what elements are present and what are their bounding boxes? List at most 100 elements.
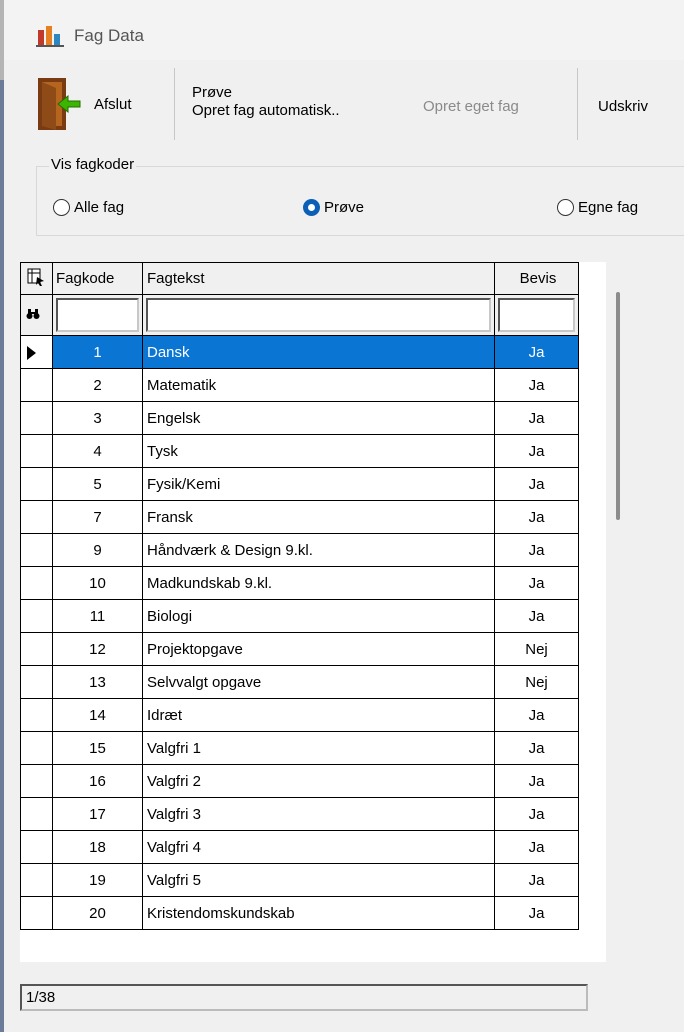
exit-button[interactable]: Afslut bbox=[34, 74, 174, 134]
radio-all-subjects[interactable]: Alle fag bbox=[53, 199, 124, 216]
print-button[interactable]: Udskriv bbox=[598, 98, 648, 115]
cell-bevis[interactable]: Ja bbox=[494, 533, 579, 567]
cell-fagkode[interactable]: 20 bbox=[52, 896, 143, 930]
filter-bevis-input[interactable] bbox=[498, 298, 575, 332]
table-row[interactable]: 3 Engelsk Ja bbox=[20, 401, 579, 435]
cell-fagtekst[interactable]: Valgfri 4 bbox=[142, 830, 495, 864]
cell-bevis[interactable]: Ja bbox=[494, 797, 579, 831]
row-indicator[interactable] bbox=[20, 599, 53, 633]
cell-fagkode[interactable]: 15 bbox=[52, 731, 143, 765]
row-indicator[interactable] bbox=[20, 698, 53, 732]
cell-bevis[interactable]: Nej bbox=[494, 665, 579, 699]
cell-bevis[interactable]: Nej bbox=[494, 632, 579, 666]
table-row[interactable]: 13 Selvvalgt opgave Nej bbox=[20, 665, 579, 699]
cell-fagtekst[interactable]: Matematik bbox=[142, 368, 495, 402]
radio-exam[interactable]: Prøve bbox=[303, 199, 364, 216]
cell-bevis[interactable]: Ja bbox=[494, 731, 579, 765]
vertical-scrollbar[interactable] bbox=[606, 262, 634, 962]
row-indicator[interactable] bbox=[20, 467, 53, 501]
filter-fagkode-input[interactable] bbox=[56, 298, 139, 332]
header-fagkode[interactable]: Fagkode bbox=[52, 262, 143, 295]
cell-fagtekst[interactable]: Projektopgave bbox=[142, 632, 495, 666]
header-fagtekst[interactable]: Fagtekst bbox=[142, 262, 495, 295]
table-row[interactable]: 9 Håndværk & Design 9.kl. Ja bbox=[20, 533, 579, 567]
table-row[interactable]: 14 Idræt Ja bbox=[20, 698, 579, 732]
create-own-button[interactable]: Opret eget fag bbox=[423, 98, 519, 115]
cell-fagkode[interactable]: 4 bbox=[52, 434, 143, 468]
cell-fagkode[interactable]: 12 bbox=[52, 632, 143, 666]
cell-fagkode[interactable]: 16 bbox=[52, 764, 143, 798]
table-row[interactable]: 18 Valgfri 4 Ja bbox=[20, 830, 579, 864]
cell-fagkode[interactable]: 19 bbox=[52, 863, 143, 897]
row-indicator[interactable] bbox=[20, 764, 53, 798]
row-indicator[interactable] bbox=[20, 566, 53, 600]
cell-fagtekst[interactable]: Valgfri 5 bbox=[142, 863, 495, 897]
cell-bevis[interactable]: Ja bbox=[494, 698, 579, 732]
row-indicator[interactable] bbox=[20, 731, 53, 765]
row-indicator[interactable] bbox=[20, 665, 53, 699]
cell-fagkode[interactable]: 18 bbox=[52, 830, 143, 864]
cell-fagkode[interactable]: 13 bbox=[52, 665, 143, 699]
cell-fagtekst[interactable]: Valgfri 1 bbox=[142, 731, 495, 765]
cell-bevis[interactable]: Ja bbox=[494, 335, 579, 369]
create-auto-button[interactable]: Opret fag automatisk.. bbox=[192, 102, 340, 120]
cell-fagtekst[interactable]: Idræt bbox=[142, 698, 495, 732]
header-bevis[interactable]: Bevis bbox=[494, 262, 579, 295]
cell-bevis[interactable]: Ja bbox=[494, 896, 579, 930]
column-chooser-icon[interactable] bbox=[20, 262, 53, 295]
table-row[interactable]: 11 Biologi Ja bbox=[20, 599, 579, 633]
cell-bevis[interactable]: Ja bbox=[494, 368, 579, 402]
scroll-thumb[interactable] bbox=[616, 292, 620, 520]
table-row[interactable]: 10 Madkundskab 9.kl. Ja bbox=[20, 566, 579, 600]
filter-fagtekst-input[interactable] bbox=[146, 298, 491, 332]
table-row[interactable]: 7 Fransk Ja bbox=[20, 500, 579, 534]
cell-fagtekst[interactable]: Fransk bbox=[142, 500, 495, 534]
cell-fagkode[interactable]: 10 bbox=[52, 566, 143, 600]
cell-fagtekst[interactable]: Engelsk bbox=[142, 401, 495, 435]
table-row[interactable]: 1 Dansk Ja bbox=[20, 335, 579, 369]
cell-bevis[interactable]: Ja bbox=[494, 500, 579, 534]
cell-fagkode[interactable]: 1 bbox=[52, 335, 143, 369]
cell-bevis[interactable]: Ja bbox=[494, 566, 579, 600]
cell-fagtekst[interactable]: Biologi bbox=[142, 599, 495, 633]
cell-fagtekst[interactable]: Fysik/Kemi bbox=[142, 467, 495, 501]
row-indicator[interactable] bbox=[20, 401, 53, 435]
cell-fagtekst[interactable]: Valgfri 3 bbox=[142, 797, 495, 831]
row-indicator[interactable] bbox=[20, 830, 53, 864]
cell-fagtekst[interactable]: Valgfri 2 bbox=[142, 764, 495, 798]
table-row[interactable]: 2 Matematik Ja bbox=[20, 368, 579, 402]
cell-fagtekst[interactable]: Madkundskab 9.kl. bbox=[142, 566, 495, 600]
table-row[interactable]: 5 Fysik/Kemi Ja bbox=[20, 467, 579, 501]
cell-bevis[interactable]: Ja bbox=[494, 599, 579, 633]
cell-bevis[interactable]: Ja bbox=[494, 401, 579, 435]
cell-fagtekst[interactable]: Håndværk & Design 9.kl. bbox=[142, 533, 495, 567]
cell-bevis[interactable]: Ja bbox=[494, 863, 579, 897]
radio-own-subjects[interactable]: Egne fag bbox=[557, 199, 638, 216]
cell-fagkode[interactable]: 11 bbox=[52, 599, 143, 633]
row-indicator[interactable] bbox=[20, 896, 53, 930]
cell-fagtekst[interactable]: Dansk bbox=[142, 335, 495, 369]
cell-bevis[interactable]: Ja bbox=[494, 830, 579, 864]
cell-fagkode[interactable]: 9 bbox=[52, 533, 143, 567]
row-indicator[interactable] bbox=[20, 434, 53, 468]
cell-fagtekst[interactable]: Kristendomskundskab bbox=[142, 896, 495, 930]
table-row[interactable]: 15 Valgfri 1 Ja bbox=[20, 731, 579, 765]
cell-fagkode[interactable]: 17 bbox=[52, 797, 143, 831]
cell-fagkode[interactable]: 14 bbox=[52, 698, 143, 732]
table-row[interactable]: 4 Tysk Ja bbox=[20, 434, 579, 468]
table-row[interactable]: 19 Valgfri 5 Ja bbox=[20, 863, 579, 897]
table-row[interactable]: 20 Kristendomskundskab Ja bbox=[20, 896, 579, 930]
row-indicator[interactable] bbox=[20, 632, 53, 666]
row-indicator[interactable] bbox=[20, 500, 53, 534]
row-indicator[interactable] bbox=[20, 863, 53, 897]
table-row[interactable]: 12 Projektopgave Nej bbox=[20, 632, 579, 666]
cell-fagkode[interactable]: 7 bbox=[52, 500, 143, 534]
row-indicator[interactable] bbox=[20, 533, 53, 567]
cell-fagkode[interactable]: 3 bbox=[52, 401, 143, 435]
table-row[interactable]: 17 Valgfri 3 Ja bbox=[20, 797, 579, 831]
table-row[interactable]: 16 Valgfri 2 Ja bbox=[20, 764, 579, 798]
row-indicator[interactable] bbox=[20, 335, 53, 369]
row-indicator[interactable] bbox=[20, 797, 53, 831]
cell-bevis[interactable]: Ja bbox=[494, 764, 579, 798]
cell-fagtekst[interactable]: Tysk bbox=[142, 434, 495, 468]
